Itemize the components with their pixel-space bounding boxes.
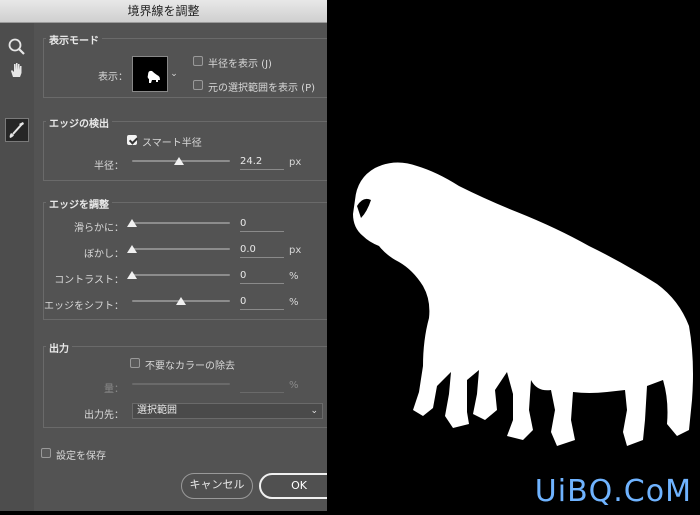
amount-unit: % [289, 380, 299, 391]
amount-input [240, 378, 284, 393]
view-mode-title: 表示モード [46, 32, 102, 47]
output-title: 出力 [46, 340, 72, 355]
refine-edge-dialog: 境界線を調整 表示モード 表示： ⌄ 半径を表示 (J) 元の選択範囲を表示 (… [0, 0, 327, 511]
view-label: 表示： [98, 72, 128, 83]
radius-input[interactable]: 24.2 [240, 155, 284, 170]
cancel-button[interactable]: キャンセル [181, 473, 253, 499]
show-radius-label: 半径を表示 (J) [208, 59, 272, 70]
hand-icon[interactable] [7, 60, 27, 80]
watermark-text: UiBQ.CoM [534, 474, 692, 509]
radius-slider-knob[interactable] [174, 157, 185, 165]
show-original-label: 元の選択範囲を表示 (P) [208, 83, 316, 94]
shift-edge-slider-knob[interactable] [176, 297, 186, 305]
adjust-edge-title: エッジを調整 [46, 196, 112, 211]
edge-detection-title: エッジの検出 [46, 115, 112, 130]
feather-label: ぼかし： [84, 249, 124, 260]
decontaminate-label: 不要なカラーの除去 [145, 361, 235, 372]
smooth-label: 滑らかに： [74, 223, 124, 234]
tool-column [0, 23, 34, 511]
show-radius-checkbox[interactable] [193, 56, 203, 66]
feather-slider-knob[interactable] [127, 245, 137, 253]
remember-settings-checkbox[interactable] [41, 448, 51, 458]
view-thumbnail[interactable] [132, 56, 168, 92]
chevron-down-icon[interactable]: ⌄ [169, 62, 179, 86]
smooth-slider-knob[interactable] [127, 219, 137, 227]
radius-unit: px [289, 157, 302, 168]
radius-label: 半径： [94, 161, 124, 172]
remember-settings-label: 設定を保存 [56, 451, 106, 462]
feather-input[interactable]: 0.0 [240, 243, 284, 258]
shift-edge-label: エッジをシフト： [44, 301, 124, 312]
smart-radius-checkbox[interactable] [127, 135, 137, 145]
output-to-select[interactable]: 選択範囲 ⌄ [132, 403, 323, 419]
ok-button[interactable]: OK [259, 473, 327, 499]
smooth-input[interactable]: 0 [240, 217, 284, 232]
contrast-slider-track[interactable] [132, 274, 230, 276]
feather-unit: px [289, 245, 302, 256]
decontaminate-checkbox[interactable] [130, 358, 140, 368]
mask-preview: UiBQ.CoM [327, 0, 700, 511]
shift-edge-unit: % [289, 297, 299, 308]
feather-slider-track[interactable] [132, 248, 230, 250]
chevron-down-icon: ⌄ [310, 406, 318, 416]
contrast-unit: % [289, 271, 299, 282]
amount-slider-track [132, 383, 230, 385]
smart-radius-label: スマート半径 [142, 138, 202, 149]
contrast-slider-knob[interactable] [127, 271, 137, 279]
amount-label: 量： [104, 384, 124, 395]
dog-silhouette-mask [353, 162, 693, 446]
output-to-label: 出力先： [84, 410, 124, 421]
contrast-input[interactable]: 0 [240, 269, 284, 284]
shift-edge-input[interactable]: 0 [240, 295, 284, 310]
zoom-icon[interactable] [7, 37, 27, 57]
brush-icon[interactable] [5, 118, 29, 142]
smooth-slider-track[interactable] [132, 222, 230, 224]
window-title: 境界線を調整 [0, 0, 327, 23]
edge-detection-section [43, 121, 327, 181]
show-original-checkbox[interactable] [193, 80, 203, 90]
output-to-value: 選択範囲 [137, 405, 177, 416]
contrast-label: コントラスト： [54, 275, 124, 286]
